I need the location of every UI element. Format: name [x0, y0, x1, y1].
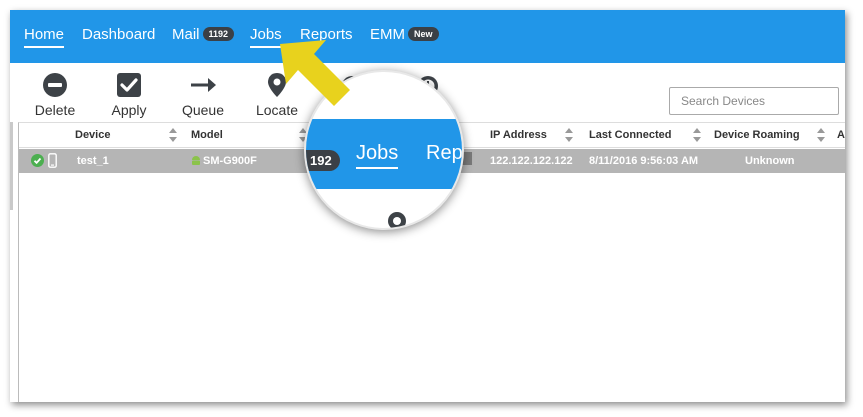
pointer-arrow-icon: [280, 40, 350, 106]
minus-circle-icon: [20, 72, 90, 98]
top-navbar: Home Dashboard Mail 1192 Jobs Reports EMM…: [10, 10, 845, 63]
column-device-roaming[interactable]: Device Roaming: [714, 129, 800, 141]
sort-ip-icon[interactable]: [565, 128, 573, 142]
nav-emm-label: EMM: [370, 26, 405, 43]
nav-emm[interactable]: EMM New: [370, 26, 439, 43]
column-truncated[interactable]: A: [837, 129, 845, 141]
nav-jobs[interactable]: Jobs: [250, 26, 282, 48]
model-cell: SM-G900F: [203, 155, 257, 167]
left-panel-edge: [10, 122, 13, 210]
nav-home-label: Home: [24, 26, 65, 43]
magnified-mail-badge: 192: [306, 150, 340, 171]
device-name-cell: test_1: [77, 155, 109, 167]
nav-dashboard-label: Dashboard: [82, 26, 156, 43]
nav-jobs-label: Jobs: [250, 26, 282, 43]
search-devices-input[interactable]: [669, 87, 839, 115]
queue-label: Queue: [181, 102, 225, 118]
magnified-jobs-link: Jobs: [356, 142, 399, 169]
emm-new-badge: New: [408, 27, 439, 41]
nav-home[interactable]: Home: [24, 26, 65, 48]
app-window: Home Dashboard Mail 1192 Jobs Reports EMM…: [10, 10, 845, 402]
last-connected-cell: 8/11/2016 9:56:03 AM: [589, 155, 699, 167]
arrow-right-icon: [168, 72, 238, 98]
delete-label: Delete: [34, 102, 76, 118]
column-last-connected[interactable]: Last Connected: [589, 129, 672, 141]
column-ip-address[interactable]: IP Address: [490, 129, 547, 141]
column-device[interactable]: Device: [75, 129, 110, 141]
phone-icon: [48, 153, 57, 168]
nav-mail[interactable]: Mail 1192: [172, 26, 235, 43]
sort-roaming-icon[interactable]: [817, 128, 825, 142]
column-model[interactable]: Model: [191, 129, 223, 141]
sort-device-icon[interactable]: [169, 128, 177, 142]
queue-button[interactable]: Queue: [168, 72, 238, 118]
mail-count-badge: 1192: [202, 27, 235, 41]
nav-mail-label: Mail: [172, 26, 200, 43]
nav-dashboard[interactable]: Dashboard: [82, 26, 155, 43]
magnified-reports-link: Rep: [426, 142, 463, 164]
android-icon: [192, 156, 200, 165]
roaming-cell: Unknown: [745, 155, 795, 167]
apply-button[interactable]: Apply: [94, 72, 164, 118]
sort-last-connected-icon[interactable]: [693, 128, 701, 142]
delete-button[interactable]: Delete: [20, 72, 90, 118]
ip-address-cell: 122.122.122.122: [490, 155, 573, 167]
magnified-locate-icon: [388, 212, 406, 228]
apply-label: Apply: [111, 102, 147, 118]
status-online-icon: [31, 154, 44, 167]
checkbox-icon: [94, 72, 164, 98]
